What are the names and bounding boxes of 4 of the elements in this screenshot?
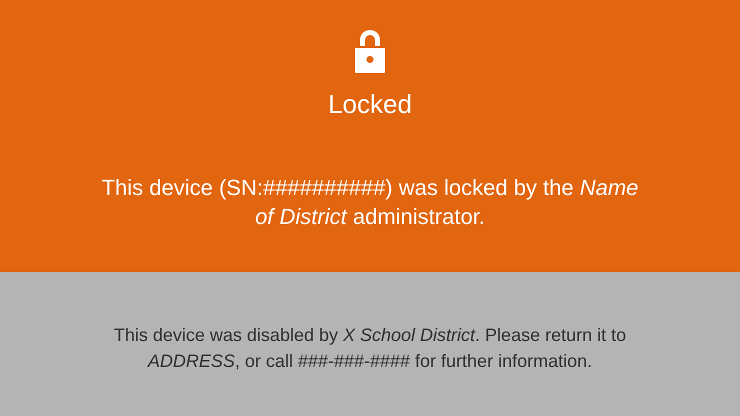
lock-message: This device (SN:##########) was locked by the Name of District administrator. [100,174,640,231]
info-message: This device was disabled by X School District. Please return it to ADDRESS, or call ###-###-#### for further information. [112,324,628,373]
locked-title: Locked [328,91,412,117]
lock-icon [354,28,386,74]
